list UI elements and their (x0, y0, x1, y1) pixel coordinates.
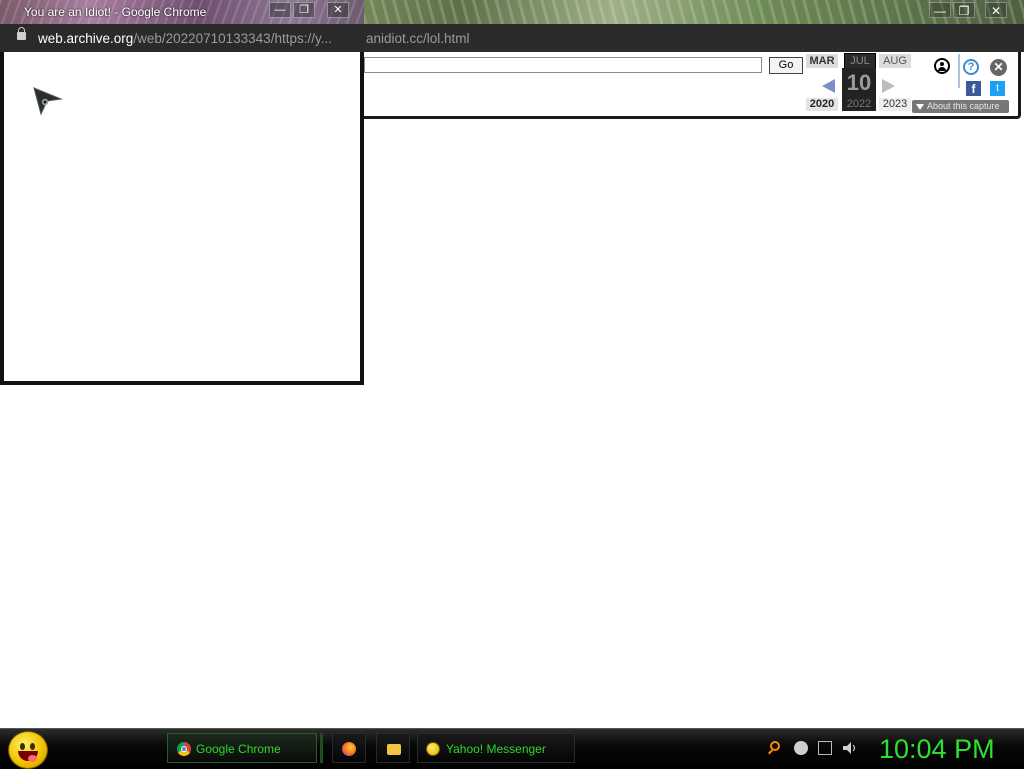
popup-url-host: web.archive.org (38, 31, 134, 46)
popup-minimize-button[interactable]: — (269, 2, 291, 18)
next-year-label[interactable]: 2023 (879, 98, 911, 111)
popup-url-path: /web/20220710133343/https://y... (133, 31, 332, 46)
start-button-smiley-icon[interactable] (8, 731, 48, 769)
about-capture-button[interactable]: About this capture (912, 100, 1009, 113)
main-url-text[interactable]: anidiot.cc/lol.html (366, 31, 470, 46)
taskbar-item-firefox[interactable] (332, 733, 366, 763)
taskbar-clock[interactable]: 10:04 PM (879, 733, 995, 765)
help-icon[interactable]: ? (963, 59, 979, 75)
about-capture-label: About this capture (927, 101, 1000, 111)
close-toolbar-icon[interactable]: ✕ (990, 59, 1007, 76)
taskbar-item-label: Google Chrome (196, 742, 281, 756)
firefox-icon (342, 742, 356, 756)
mouse-cursor-icon (33, 87, 63, 116)
volume-icon[interactable] (842, 741, 856, 755)
toolbar-divider (958, 54, 960, 88)
search-icon[interactable] (770, 741, 780, 751)
main-restore-button[interactable]: ❐ (953, 2, 975, 18)
next-month-label[interactable]: AUG (879, 54, 911, 68)
user-account-icon[interactable] (934, 58, 950, 74)
popup-url[interactable]: web.archive.org/web/20220710133343/https… (38, 31, 332, 46)
current-day-label: 10 (842, 68, 876, 98)
yahoo-tray-icon[interactable] (794, 741, 808, 755)
network-icon[interactable] (818, 741, 832, 755)
main-minimize-button[interactable]: — (929, 2, 951, 18)
wayback-url-input[interactable] (364, 57, 762, 73)
facebook-share-icon[interactable]: f (966, 81, 981, 96)
caret-down-icon (916, 103, 924, 110)
popup-titlebar[interactable]: You are an Idiot! - Google Chrome — ❐ ✕ (0, 0, 364, 24)
yahoo-messenger-icon (426, 742, 440, 756)
taskbar-item-label: Yahoo! Messenger (446, 742, 546, 756)
taskbar-separator (320, 733, 323, 763)
popup-close-button[interactable]: ✕ (327, 2, 349, 18)
current-month-label: JUL (844, 53, 876, 69)
taskbar-item-yahoo-messenger[interactable]: Yahoo! Messenger (417, 733, 575, 763)
main-close-button[interactable]: ✕ (985, 2, 1007, 18)
next-capture-arrow-icon[interactable] (882, 79, 895, 93)
wayback-toolbar: Go MAR JUL AUG 10 2020 2022 2023 ? ✕ f t… (364, 52, 1021, 119)
prev-year-label[interactable]: 2020 (806, 98, 838, 111)
prev-capture-arrow-icon[interactable] (822, 79, 835, 93)
taskbar-item-chrome[interactable]: Google Chrome (167, 733, 317, 763)
lock-icon[interactable] (17, 27, 26, 40)
twitter-share-icon[interactable]: t (990, 81, 1005, 96)
popup-restore-button[interactable]: ❐ (293, 2, 315, 18)
current-year-label: 2022 (842, 98, 876, 111)
popup-title: You are an Idiot! - Google Chrome (24, 5, 207, 19)
prev-month-label[interactable]: MAR (806, 54, 838, 68)
taskbar-item-explorer[interactable] (376, 733, 410, 763)
popup-window: You are an Idiot! - Google Chrome — ❐ ✕ … (0, 0, 364, 385)
folder-icon (387, 744, 401, 755)
wayback-go-button[interactable]: Go (769, 57, 803, 74)
chrome-icon (177, 742, 191, 756)
